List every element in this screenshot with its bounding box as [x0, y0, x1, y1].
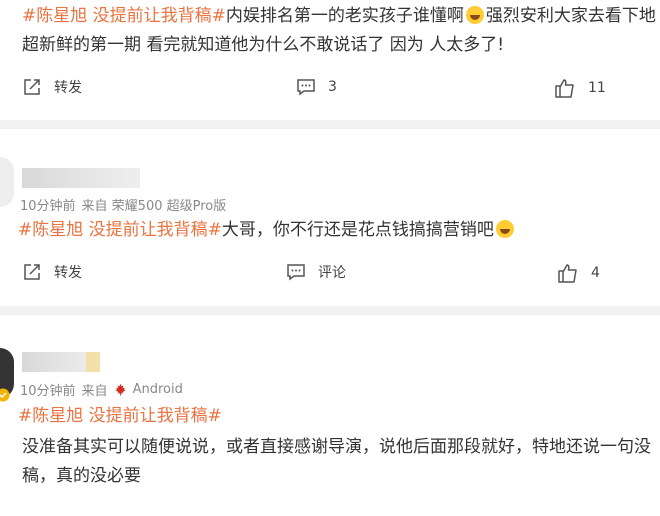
repost-label: 转发: [54, 265, 82, 281]
laugh-emoji: [495, 220, 514, 238]
repost-button[interactable]: 转发: [22, 77, 82, 97]
comment-button[interactable]: 3: [296, 77, 337, 97]
comment-button[interactable]: 评论: [286, 262, 346, 282]
post-3-hashtag-line: #陈星旭 没提前让我背稿#: [18, 402, 222, 431]
comment-icon: [297, 79, 315, 96]
repost-icon: [24, 264, 40, 280]
post-text: 强烈安利大家去看下地: [485, 6, 656, 26]
maple-leaf-icon: [114, 383, 126, 396]
post-source: 来自 荣耀500 超级Pro版: [81, 199, 227, 214]
hashtag-link[interactable]: #陈星旭 没提前让我背稿#: [18, 220, 222, 240]
repost-label: 转发: [54, 80, 82, 96]
divider: [0, 306, 660, 315]
comment-icon: [287, 264, 305, 281]
post-text: 大哥，你不行还是花点钱搞搞营销吧: [221, 220, 494, 240]
post-1-actions: 转发 3 11: [0, 77, 660, 107]
post-3-line-1: 没准备其实可以随便说说，或者直接感谢导演，说他后面那段就好，特地还说一句没: [22, 437, 651, 457]
post-3-line-2: 稿，真的没必要: [22, 466, 141, 486]
post-1-line-1: #陈星旭 没提前让我背稿#内娱排名第一的老实孩子谁懂啊 强烈安利大家去看下地: [22, 2, 656, 31]
like-count: 4: [591, 265, 600, 281]
like-button[interactable]: 4: [557, 262, 600, 284]
post-1-line-2: 超新鲜的第一期 看完就知道他为什么不敢说话了 因为 人太多了!: [22, 35, 505, 55]
post-2-line-1: #陈星旭 没提前让我背稿#大哥，你不行还是花点钱搞搞营销吧: [18, 216, 516, 245]
post-time: 10分钟前: [20, 199, 76, 214]
comment-count: 3: [328, 79, 337, 95]
like-count: 11: [588, 80, 606, 96]
like-icon: [558, 264, 577, 283]
post-source: 来自: [81, 384, 108, 399]
hashtag-link[interactable]: #陈星旭 没提前让我背稿#: [18, 406, 222, 426]
comment-label: 评论: [318, 265, 346, 281]
post-2-actions: 转发 评论 4: [0, 262, 660, 292]
post-text: 内娱排名第一的老实孩子谁懂啊: [225, 6, 464, 26]
post-meta: 10分钟前 来自 荣耀500 超级Pro版: [20, 195, 226, 214]
like-icon: [555, 79, 574, 98]
post-meta: 10分钟前 来自 Android: [20, 380, 183, 399]
verified-badge-icon: [0, 388, 10, 402]
username-blurred[interactable]: [22, 168, 140, 188]
vip-badge: [86, 352, 100, 372]
laugh-emoji: [465, 6, 484, 24]
like-button[interactable]: 11: [554, 77, 606, 99]
post-time: 10分钟前: [20, 384, 76, 399]
avatar[interactable]: [0, 157, 14, 207]
repost-button[interactable]: 转发: [22, 262, 82, 282]
hashtag-link[interactable]: #陈星旭 没提前让我背稿#: [22, 6, 226, 26]
repost-icon: [24, 79, 40, 95]
post-device: Android: [132, 382, 183, 397]
divider: [0, 120, 660, 129]
